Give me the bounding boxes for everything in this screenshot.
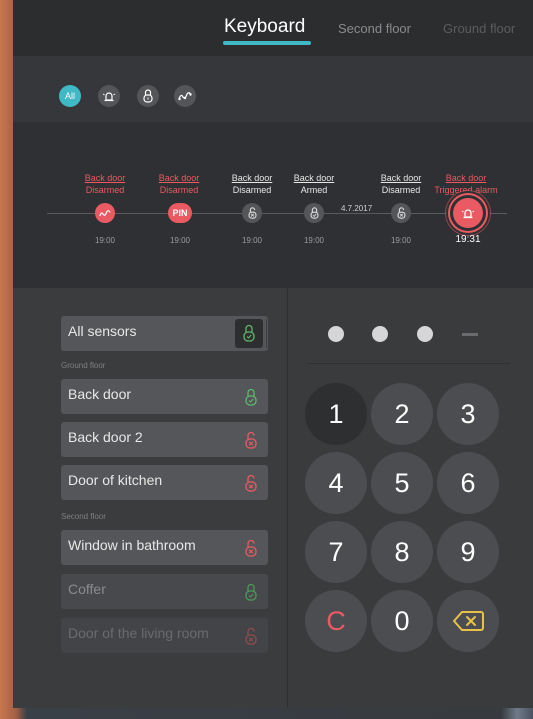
pin-event-node[interactable]: PIN	[168, 203, 192, 223]
event-timeline: 4.7.2017 Back door Disarmed 19:00 Back d…	[13, 122, 533, 288]
timeline-axis	[47, 213, 507, 214]
lock-icon	[143, 89, 153, 103]
key-1[interactable]: 1	[305, 383, 367, 445]
event-time: 19:00	[94, 236, 116, 245]
sensor-name: Door of kitchen	[68, 472, 163, 488]
sensor-row[interactable]: Back door 2	[61, 422, 268, 457]
lock-open-icon[interactable]	[245, 431, 257, 449]
lock-closed-icon	[243, 324, 255, 342]
arm-all-button[interactable]	[235, 319, 263, 348]
lock-open-icon[interactable]	[245, 627, 257, 645]
event-time: 19:00	[390, 236, 412, 245]
event-link[interactable]: Back door	[269, 172, 359, 184]
backspace-button[interactable]	[437, 590, 499, 652]
filter-bar: All	[13, 56, 533, 122]
bottom-section: All sensors Ground floor Back door Back …	[13, 288, 533, 708]
sensor-row[interactable]: Door of kitchen	[61, 465, 268, 500]
event-node[interactable]	[242, 203, 262, 223]
lock-open-icon	[248, 207, 256, 219]
key-6[interactable]: 6	[437, 452, 499, 514]
pin-badge: PIN	[172, 208, 188, 218]
sensor-row[interactable]: Back door	[61, 379, 268, 414]
lock-open-icon	[397, 207, 405, 219]
pin-indicator	[328, 326, 478, 346]
ground-floor-heading: Ground floor	[61, 361, 106, 370]
key-3[interactable]: 3	[437, 383, 499, 445]
all-sensors-label: All sensors	[68, 323, 137, 339]
motion-icon	[178, 92, 192, 101]
lock-open-icon[interactable]	[245, 539, 257, 557]
lock-open-icon[interactable]	[245, 474, 257, 492]
event-node[interactable]	[95, 203, 115, 223]
second-floor-heading: Second floor	[61, 512, 106, 521]
pin-dot-empty	[462, 333, 478, 336]
event-time: 19:00	[241, 236, 263, 245]
lock-closed-icon[interactable]	[245, 583, 257, 601]
sensor-list: All sensors Ground floor Back door Back …	[13, 288, 287, 708]
tab-second-floor[interactable]: Second floor	[338, 21, 411, 36]
siren-icon	[102, 92, 116, 102]
backspace-icon	[453, 611, 484, 631]
timeline-date: 4.7.2017	[338, 204, 376, 213]
event-node[interactable]	[391, 203, 411, 223]
key-2[interactable]: 2	[371, 383, 433, 445]
event-link[interactable]: Back door	[421, 172, 511, 184]
alarm-event-node[interactable]	[453, 198, 483, 228]
event-time: 19:00	[169, 236, 191, 245]
sensor-row[interactable]: Window in bathroom	[61, 530, 268, 565]
app-panel: Keyboard Second floor Ground floor All 4…	[13, 0, 533, 708]
event-node[interactable]	[304, 203, 324, 223]
sensor-name: Door of the living room	[68, 625, 209, 641]
sensor-row[interactable]: Coffer	[61, 574, 268, 609]
key-9[interactable]: 9	[437, 521, 499, 583]
sensor-name: Back door 2	[68, 429, 143, 445]
sensor-name: Coffer	[68, 581, 106, 597]
top-tab-bar: Keyboard Second floor Ground floor	[13, 0, 533, 56]
tab-keyboard[interactable]: Keyboard	[224, 16, 305, 38]
filter-all-button[interactable]: All	[59, 85, 81, 107]
motion-icon	[99, 209, 111, 216]
siren-icon	[461, 209, 475, 219]
pin-underline	[308, 363, 510, 364]
key-0[interactable]: 0	[371, 590, 433, 652]
sensor-row[interactable]: Door of the living room	[61, 618, 268, 653]
filter-all-label: All	[64, 91, 75, 101]
filter-siren-button[interactable]	[98, 85, 120, 107]
lock-closed-icon[interactable]	[245, 388, 257, 406]
event-time: 19:31	[455, 234, 481, 245]
key-5[interactable]: 5	[371, 452, 433, 514]
event-label: Back door Armed	[269, 172, 359, 196]
all-sensors-row: All sensors	[61, 316, 268, 351]
pin-dot-filled	[417, 326, 433, 342]
pin-dot-filled	[372, 326, 388, 342]
pin-keypad: 1 2 3 4 5 6 7 8 9 C 0	[288, 288, 533, 708]
clear-button[interactable]: C	[305, 590, 367, 652]
filter-lock-button[interactable]	[137, 85, 159, 107]
event-label: Back door Triggered alarm	[421, 172, 511, 196]
active-tab-indicator	[223, 41, 311, 45]
pin-dot-filled	[328, 326, 344, 342]
event-status: Triggered alarm	[434, 185, 498, 195]
key-7[interactable]: 7	[305, 521, 367, 583]
lock-closed-icon	[310, 207, 318, 219]
sensor-name: Back door	[68, 386, 132, 402]
filter-motion-button[interactable]	[174, 85, 196, 107]
key-8[interactable]: 8	[371, 521, 433, 583]
event-time: 19:00	[303, 236, 325, 245]
tab-ground-floor[interactable]: Ground floor	[443, 21, 515, 36]
event-status: Armed	[300, 185, 328, 195]
sensor-name: Window in bathroom	[68, 537, 196, 553]
key-4[interactable]: 4	[305, 452, 367, 514]
